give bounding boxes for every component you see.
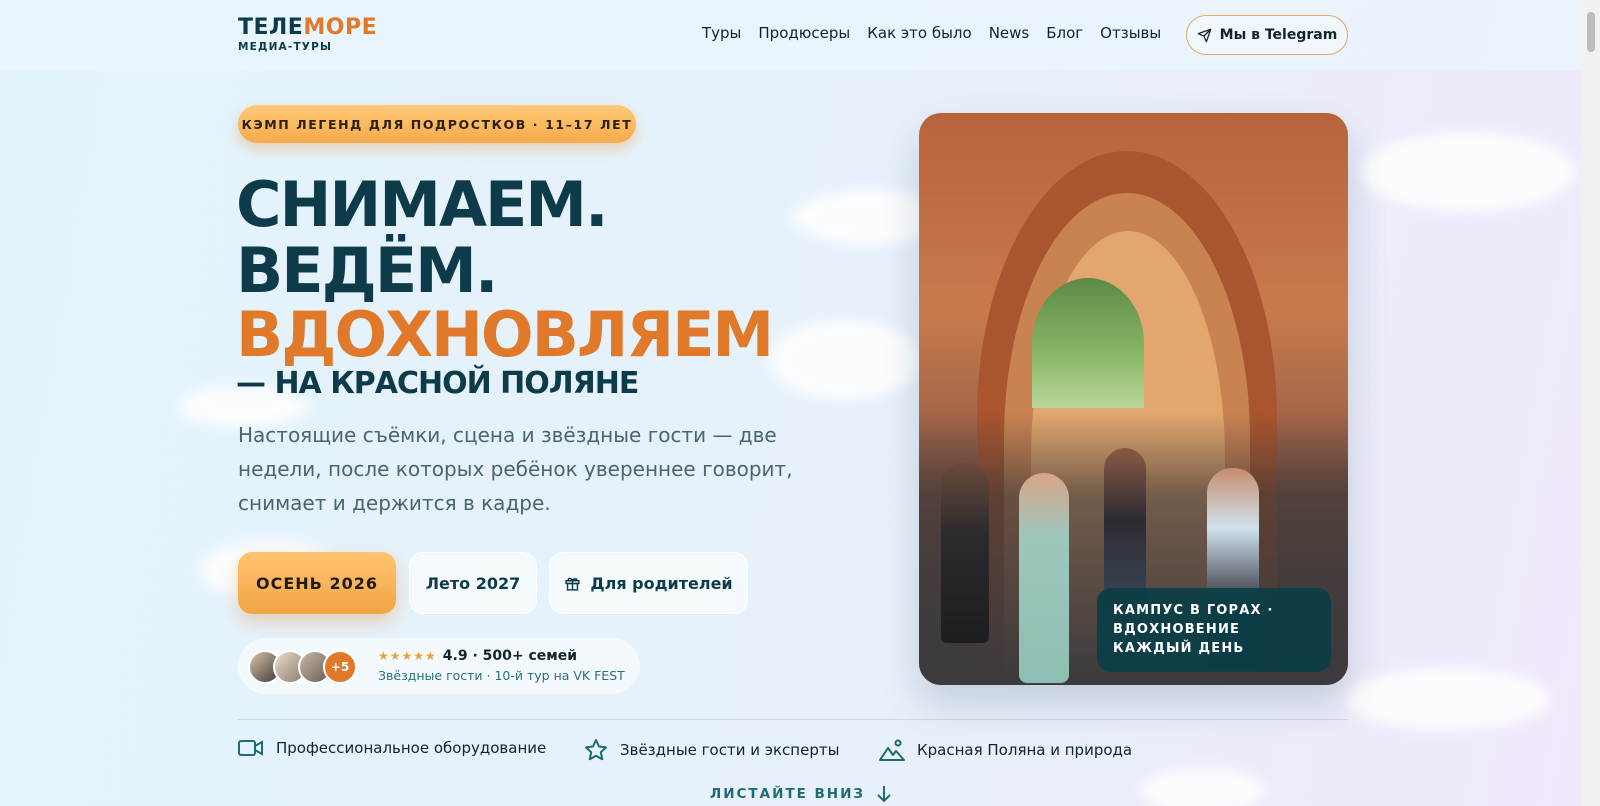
photo-dancer: [1104, 448, 1146, 608]
rating-subtext: Звёздные гости · 10-й тур на VK FEST: [378, 668, 625, 683]
avatar-more-count: +5: [323, 650, 357, 684]
nav-item-reviews[interactable]: Отзывы: [1100, 24, 1161, 42]
hero-headline-line4: — НА КРАСНОЙ ПОЛЯНЕ: [236, 366, 639, 401]
mountain-icon: [879, 739, 905, 761]
photo-arch-window: [1032, 278, 1144, 408]
feature-guests: Звёздные гости и эксперты: [584, 738, 839, 762]
brand-name: ТЕЛЕМОРЕ: [238, 17, 377, 39]
for-parents-button[interactable]: Для родителей: [549, 552, 748, 614]
page-scrollbar[interactable]: [1582, 0, 1600, 806]
scroll-hint[interactable]: ЛИСТАЙТЕ ВНИЗ: [710, 785, 891, 803]
nav-item-producers[interactable]: Продюсеры: [758, 24, 850, 42]
feature-equipment-label: Профессиональное оборудование: [276, 739, 547, 757]
cloud-decoration: [1140, 768, 1265, 806]
brand-name-part1: ТЕЛЕ: [238, 15, 304, 40]
feature-nature-label: Красная Поляна и природа: [917, 741, 1133, 759]
rating-score: ★★★★★ 4.9 · 500+ семей: [378, 648, 577, 664]
brand-name-part2: МОРЕ: [303, 15, 378, 40]
brand-subtitle: МЕДИА-ТУРЫ: [238, 41, 333, 53]
hero-headline-line3: ВДОХНОВЛЯЕМ: [236, 298, 774, 371]
autumn-2026-button[interactable]: ОСЕНЬ 2026: [238, 552, 396, 614]
star-icon: [585, 739, 607, 761]
summer-2027-button[interactable]: Лето 2027: [409, 552, 537, 614]
features-divider: [238, 719, 1348, 720]
arrow-down-icon: [877, 786, 891, 803]
brand-logo[interactable]: ТЕЛЕМОРЕ МЕДИА-ТУРЫ: [238, 17, 377, 54]
site-header: ТЕЛЕМОРЕ МЕДИА-ТУРЫ Туры Продюсеры Как э…: [0, 0, 1582, 70]
feature-guests-label: Звёздные гости и эксперты: [620, 741, 840, 759]
telegram-button-label: Мы в Telegram: [1219, 27, 1338, 43]
cloud-decoration: [1360, 132, 1575, 212]
cloud-decoration: [770, 320, 920, 400]
hero-headline-line2: ВЕДЁМ.: [236, 234, 498, 307]
feature-equipment: Профессиональное оборудование: [238, 738, 546, 758]
main-nav: Туры Продюсеры Как это было News Блог От…: [702, 24, 1161, 42]
photo-dancer: [941, 463, 989, 643]
for-parents-label: Для родителей: [590, 573, 733, 593]
hero-badge: КЭМП ЛЕГЕНД ДЛЯ ПОДРОСТКОВ · 11–17 ЛЕТ: [238, 105, 636, 143]
gift-icon: [565, 577, 580, 591]
nav-item-news[interactable]: News: [989, 24, 1030, 42]
nav-item-blog[interactable]: Блог: [1046, 24, 1083, 42]
scrollbar-thumb[interactable]: [1587, 12, 1595, 52]
photo-dancer: [1019, 473, 1069, 683]
rating-badge: +5 ★★★★★ 4.9 · 500+ семей Звёздные гости …: [238, 638, 640, 694]
scroll-hint-label: ЛИСТАЙТЕ ВНИЗ: [710, 786, 865, 802]
video-camera-icon: [238, 740, 263, 756]
photo-caption: КАМПУС В ГОРАХ · ВДОХНОВЕНИЕ КАЖДЫЙ ДЕНЬ: [1097, 588, 1331, 672]
feature-nature: Красная Поляна и природа: [879, 738, 1132, 762]
telegram-button[interactable]: Мы в Telegram: [1186, 15, 1348, 55]
rating-score-text: 4.9 · 500+ семей: [442, 648, 578, 664]
hero-photo: КАМПУС В ГОРАХ · ВДОХНОВЕНИЕ КАЖДЫЙ ДЕНЬ: [919, 113, 1348, 685]
paper-plane-icon: [1197, 28, 1212, 42]
hero-headline-line1: СНИМАЕМ.: [236, 168, 609, 241]
hero-lead-text: Настоящие съёмки, сцена и звёздные гости…: [238, 423, 793, 515]
nav-item-tours[interactable]: Туры: [702, 24, 741, 42]
nav-item-how-it-was[interactable]: Как это было: [867, 24, 971, 42]
cloud-decoration: [1345, 668, 1550, 730]
rating-stars: ★★★★★: [378, 649, 437, 663]
